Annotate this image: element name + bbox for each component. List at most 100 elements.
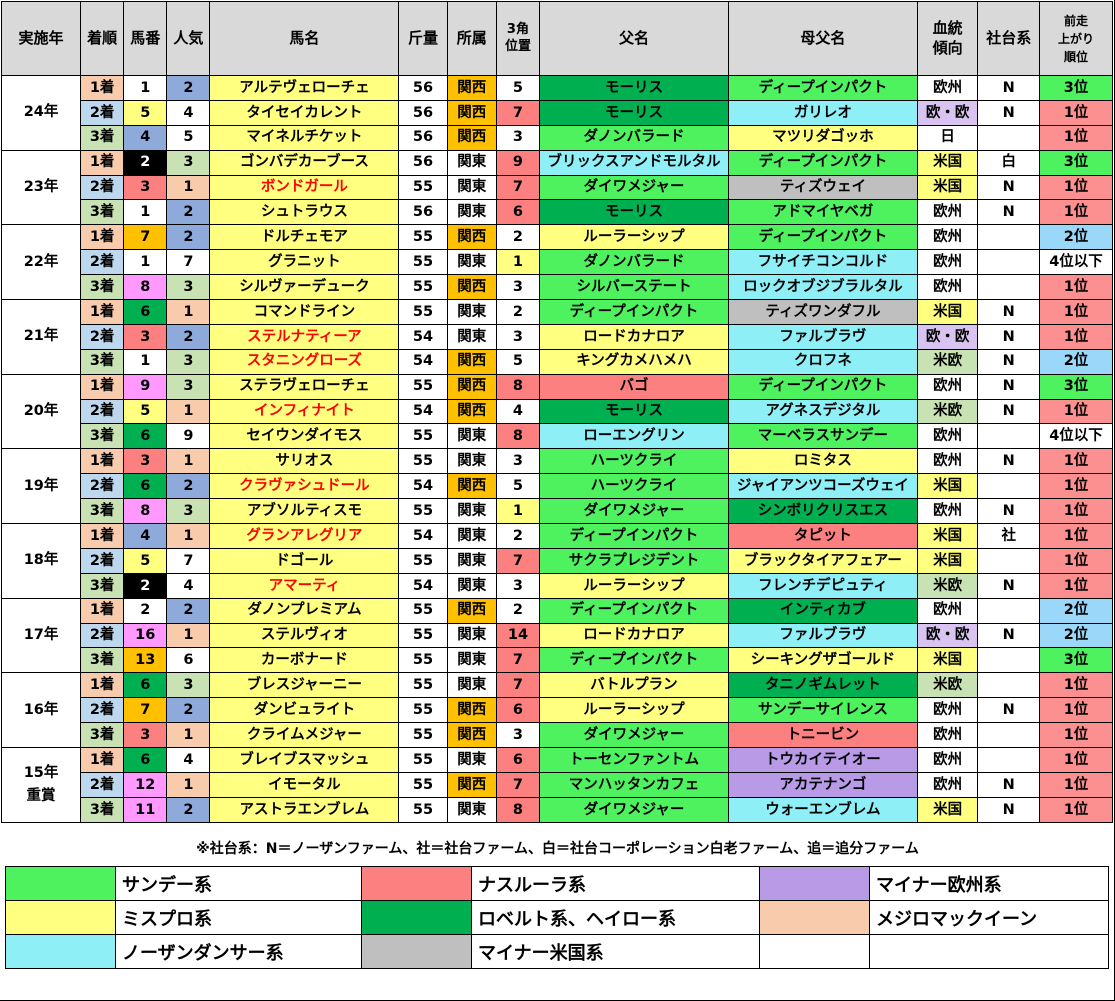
last-race-rank-cell: 1位 <box>1039 697 1113 724</box>
year-cell: 22年 <box>0 224 82 301</box>
sire-cell: ダノンバラード <box>539 124 729 151</box>
results-body: 24年 1着 1 2 アルテヴェローチェ 56 関西 5 モーリス ディープインパクト 欧州 N 3位 2… <box>0 75 1113 823</box>
corner3-position-cell: 3 <box>495 274 541 301</box>
corner3-position-cell: 7 <box>495 647 541 674</box>
shadai-farm-cell <box>977 224 1041 251</box>
horse-number-cell: 13 <box>123 647 168 674</box>
popularity-cell: 2 <box>166 473 211 500</box>
horse-name-cell: アマーティ <box>209 572 400 599</box>
farm-note: ※社台系：N＝ノーザンファーム、社＝社台ファーム、白＝社台コーポレーション白老フ… <box>196 841 919 857</box>
horse-number-cell: 8 <box>123 274 168 301</box>
popularity-cell: 1 <box>166 622 211 649</box>
legend-swatch-sunday <box>5 866 116 901</box>
legend-swatch-mejiro <box>759 900 870 935</box>
result-row: 18年 1着 4 1 グランアレグリア 54 関東 2 ディープインパクト タピット 米国社 1位 <box>0 523 1113 599</box>
bloodline-trend-cell: 欧州 <box>916 274 979 301</box>
shadai-farm-cell: N <box>977 771 1041 798</box>
sire-cell: シルバーステート <box>539 274 729 301</box>
shadai-farm-cell <box>977 672 1041 699</box>
sire-cell: モーリス <box>539 75 729 101</box>
weight-cell: 55 <box>398 597 448 624</box>
sire-cell: ダイワメジャー <box>539 722 729 749</box>
popularity-cell: 2 <box>166 224 211 251</box>
horse-number-cell: 1 <box>123 348 168 375</box>
horse-number-cell: 8 <box>123 498 168 525</box>
horse-name-cell: スタニングローズ <box>209 348 400 375</box>
legend-swatch-mispro <box>5 900 116 935</box>
shadai-farm-cell: N <box>977 199 1041 226</box>
dam-sire-cell: マーベラスサンデー <box>727 423 918 450</box>
sire-cell: ロードカナロア <box>539 622 729 649</box>
corner3-position-cell: 5 <box>495 75 541 101</box>
corner3-position-cell: 7 <box>495 174 541 201</box>
shadai-farm-cell <box>977 423 1041 450</box>
popularity-cell: 3 <box>166 672 211 699</box>
dam-sire-cell: シーキングザゴールド <box>727 647 918 674</box>
shadai-farm-cell: N <box>977 174 1041 201</box>
horse-number-cell: 6 <box>123 299 168 325</box>
shadai-farm-cell <box>977 597 1041 624</box>
affiliation-cell: 関西 <box>446 124 497 151</box>
horse-name-cell: ダンビュライト <box>209 697 400 724</box>
dam-sire-cell: トウカイテイオー <box>727 747 918 773</box>
horse-name-cell: イモータル <box>209 771 400 798</box>
popularity-cell: 2 <box>166 597 211 624</box>
result-row: 3着 8 3 シルヴァーデューク 55 関西 3 シルバーステート ロックオブジブラルタル 欧州 1… <box>2 274 1113 301</box>
result-row: 20年 1着 9 3 ステラヴェローチェ 55 関西 8 バゴ ディープインパクト 欧州 N 3位 <box>0 373 1113 450</box>
dam-sire-cell: ディープインパクト <box>727 149 918 176</box>
shadai-farm-cell: N <box>977 99 1041 126</box>
popularity-cell: 2 <box>166 75 211 101</box>
shadai-farm-cell: N <box>977 75 1041 101</box>
popularity-cell: 3 <box>166 149 211 176</box>
sire-cell: ルーラーシップ <box>539 572 729 599</box>
affiliation-cell: 関東 <box>446 423 497 450</box>
last-race-rank-cell: 1位 <box>1039 174 1113 201</box>
affiliation-cell: 関東 <box>446 622 497 649</box>
corner3-position-cell: 9 <box>495 149 541 176</box>
sire-cell: ハーツクライ <box>539 473 729 500</box>
dam-sire-cell: ファルブラヴ <box>727 622 918 649</box>
affiliation-cell: 関東 <box>446 249 497 276</box>
last-race-rank-cell: 1位 <box>1039 124 1113 151</box>
popularity-cell: 6 <box>166 647 211 674</box>
horse-name-cell: コマンドライン <box>209 299 400 325</box>
sire-cell: モーリス <box>539 398 729 425</box>
sire-cell: モーリス <box>539 99 729 126</box>
popularity-cell: 3 <box>166 274 211 301</box>
horse-name-cell: カーボナード <box>209 647 400 674</box>
weight-cell: 54 <box>398 572 448 599</box>
popularity-cell: 2 <box>166 323 211 350</box>
weight-cell: 55 <box>398 722 448 749</box>
dam-sire-cell: アドマイヤベガ <box>727 199 918 226</box>
weight-cell: 54 <box>398 398 448 425</box>
dam-sire-cell: サンデーサイレンス <box>727 697 918 724</box>
weight-cell: 55 <box>398 423 448 450</box>
popularity-cell: 1 <box>166 722 211 749</box>
weight-cell: 55 <box>398 448 448 475</box>
sire-cell: ローエングリン <box>539 423 729 450</box>
weight-cell: 55 <box>398 498 448 525</box>
sire-cell: ダイワメジャー <box>539 796 729 823</box>
affiliation-cell: 関西 <box>446 75 497 101</box>
result-row: 3着 13 6 カーボナード 55 関東 7 ディープインパクト シーキングザゴールド 米国 3位 <box>2 647 1113 674</box>
order-cell: 2着 <box>80 547 125 574</box>
shadai-farm-cell: 社 <box>977 523 1041 549</box>
popularity-cell: 1 <box>166 299 211 325</box>
horse-name-cell: グランアレグリア <box>209 523 400 549</box>
sire-cell: ブリックスアンドモルタル <box>539 149 729 176</box>
order-cell: 2着 <box>80 473 125 500</box>
horse-number-cell: 6 <box>123 423 168 450</box>
corner3-position-cell: 7 <box>495 547 541 574</box>
horse-number-cell: 5 <box>123 547 168 574</box>
horse-number-cell: 2 <box>123 597 168 624</box>
horse-name-cell: クライムメジャー <box>209 722 400 749</box>
header-weight: 斤量 <box>398 1 448 76</box>
weight-cell: 55 <box>398 174 448 201</box>
shadai-farm-cell <box>977 547 1041 574</box>
affiliation-cell: 関東 <box>446 498 497 525</box>
affiliation-cell: 関東 <box>446 547 497 574</box>
shadai-farm-cell: N <box>977 323 1041 350</box>
popularity-cell: 5 <box>166 124 211 151</box>
order-cell: 3着 <box>80 274 125 301</box>
horse-number-cell: 7 <box>123 697 168 724</box>
